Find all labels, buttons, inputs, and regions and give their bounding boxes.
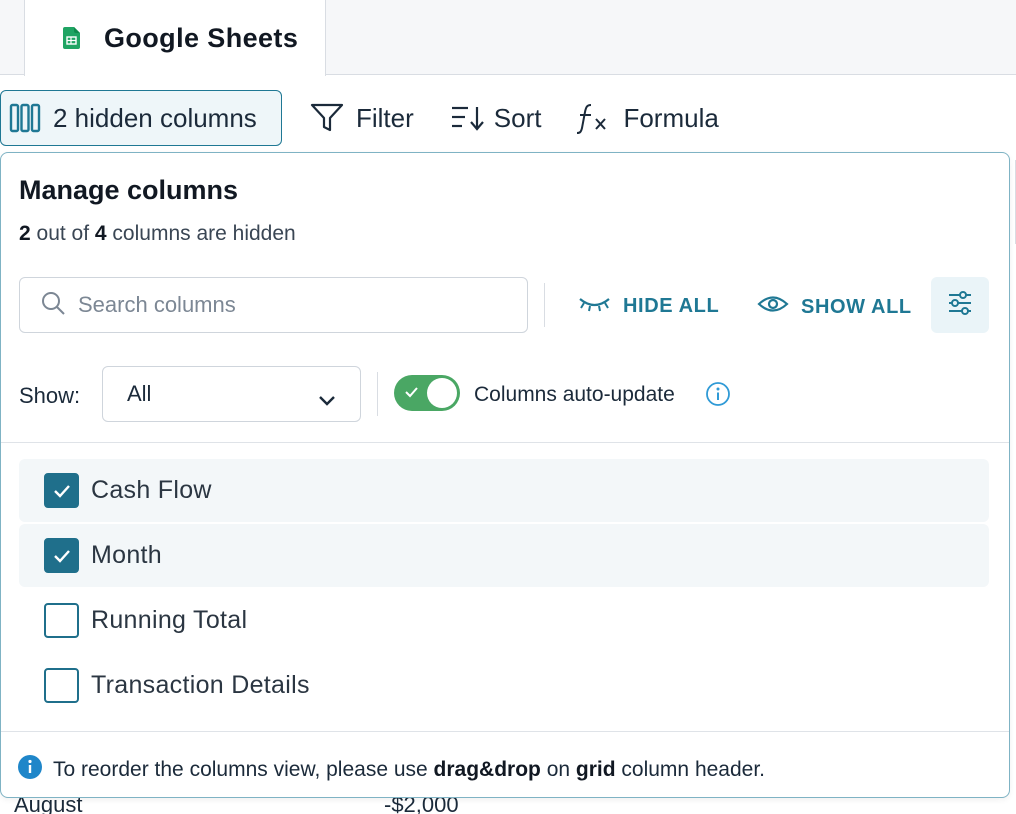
hidden-columns-button[interactable]: 2 hidden columns: [0, 90, 282, 146]
toggle-knob: [427, 378, 457, 408]
column-item-cash-flow[interactable]: Cash Flow: [19, 459, 989, 522]
tab-title: Google Sheets: [104, 22, 299, 53]
column-label: Cash Flow: [91, 476, 212, 504]
column-label: Transaction Details: [91, 671, 310, 699]
sort-button[interactable]: Sort: [450, 90, 542, 146]
total-count: 4: [94, 222, 107, 245]
filter-button[interactable]: Filter: [310, 90, 414, 146]
manage-columns-panel: Manage columns 2 out of 4 columns are hi…: [0, 152, 1010, 798]
show-filter-value: All: [127, 381, 152, 406]
columns-icon: [9, 103, 41, 133]
grid-toolbar: 2 hidden columns Filter Sort Formula: [0, 90, 719, 146]
show-all-label: SHOW ALL: [801, 295, 912, 318]
section-divider: [1, 442, 1009, 443]
chevron-down-icon: [318, 387, 336, 413]
hidden-columns-label: 2 hidden columns: [53, 102, 257, 133]
toolbar-divider: [544, 283, 545, 327]
eye-icon: [757, 293, 789, 321]
hide-all-label: HIDE ALL: [623, 294, 720, 317]
toggle-check-icon: [405, 385, 418, 403]
checkbox-unchecked[interactable]: [44, 668, 79, 703]
column-item-running-total[interactable]: Running Total: [19, 589, 989, 652]
hint-bold-dragdrop: drag&drop: [433, 758, 541, 781]
grid-edge: [1010, 160, 1016, 244]
panel-title: Manage columns: [19, 175, 239, 205]
formula-button[interactable]: Formula: [577, 90, 719, 146]
hidden-count-summary: 2 out of 4 columns are hidden: [19, 222, 296, 246]
checkbox-unchecked[interactable]: [44, 603, 79, 638]
tab-google-sheets[interactable]: Google Sheets: [24, 0, 326, 76]
checkbox-checked[interactable]: [44, 538, 79, 573]
info-icon[interactable]: [705, 381, 731, 412]
hint-suffix: column header.: [615, 758, 766, 781]
hidden-count: 2: [19, 222, 31, 245]
info-filled-icon: [17, 754, 43, 786]
show-filter-label: Show:: [19, 383, 81, 408]
summary-suffix: columns are hidden: [106, 222, 296, 245]
search-icon: [40, 290, 66, 321]
eye-closed-icon: [578, 293, 611, 319]
search-box: [19, 277, 528, 333]
reorder-hint-text: To reorder the columns view, please use …: [53, 758, 765, 782]
sort-label: Sort: [493, 102, 542, 133]
summary-connector: out of: [30, 222, 95, 245]
column-label: Month: [91, 541, 162, 569]
hint-bold-grid: grid: [575, 758, 616, 781]
filter-icon: [310, 103, 344, 133]
filter-divider: [377, 372, 378, 416]
app-root: Google Sheets 2 hidden columns Filter So…: [0, 0, 1016, 814]
google-sheets-icon: [63, 27, 80, 49]
function-icon: [577, 102, 609, 134]
column-item-transaction-details[interactable]: Transaction Details: [19, 654, 989, 717]
column-label: Running Total: [91, 606, 248, 634]
sort-icon: [450, 105, 486, 131]
show-all-button[interactable]: SHOW ALL: [757, 293, 912, 321]
auto-update-toggle[interactable]: [394, 375, 460, 411]
hide-all-button[interactable]: HIDE ALL: [578, 293, 719, 319]
footer-divider: [1, 731, 1009, 732]
filter-label: Filter: [356, 102, 414, 133]
column-settings-button[interactable]: [931, 277, 989, 333]
reorder-hint: To reorder the columns view, please use …: [17, 754, 765, 786]
hint-prefix: To reorder the columns view, please use: [53, 758, 434, 781]
hint-mid: on: [540, 758, 576, 781]
sliders-icon: [947, 290, 973, 321]
show-filter-select[interactable]: All: [102, 366, 361, 422]
formula-label: Formula: [623, 102, 719, 133]
auto-update-label: Columns auto-update: [474, 383, 675, 406]
column-item-month[interactable]: Month: [19, 524, 989, 587]
tab-strip: Google Sheets: [0, 0, 1016, 76]
search-input[interactable]: [78, 292, 498, 318]
checkbox-checked[interactable]: [44, 473, 79, 508]
